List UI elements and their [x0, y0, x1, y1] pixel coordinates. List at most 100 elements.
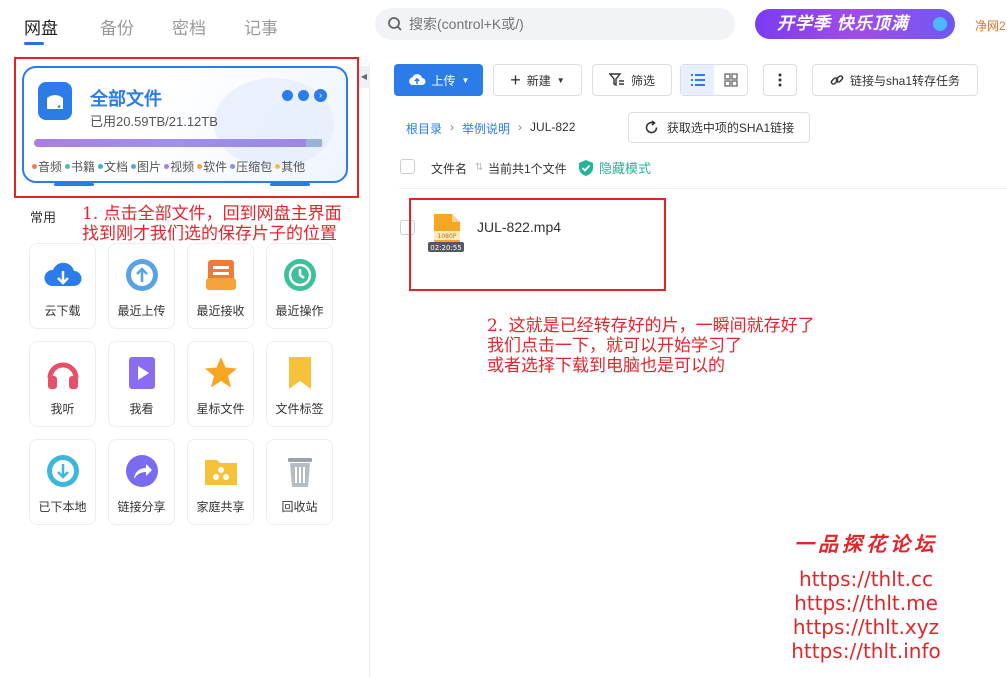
headphones-icon [44, 354, 82, 392]
annotation-step2-line2: 我们点击一下，就可以开始学习了 [487, 336, 742, 356]
shortcut-label: 最近接收 [196, 304, 245, 318]
annotation-box-all-files [14, 57, 359, 198]
recent-upload-icon [123, 256, 161, 294]
more-options-icon[interactable] [763, 64, 797, 96]
promo-banner[interactable]: 开学季 快乐顶满 [755, 9, 955, 39]
common-shortcuts-grid: 云下载 最近上传 最近接收 最近操作我听 我看 星标文件 文件标签已下本地 链接分享 家庭共享 回… [29, 243, 333, 525]
breadcrumb: 根目录 › 举例说明 › JUL-822 [406, 120, 575, 137]
annotation-step1-line1: 1. 点击全部文件，回到网盘主界面 [82, 204, 342, 224]
get-sha1-link-button[interactable]: 获取选中项的SHA1链接 [628, 112, 810, 143]
share-icon [123, 452, 161, 490]
breadcrumb-current: JUL-822 [530, 120, 576, 134]
collapse-sidebar-icon[interactable]: ◀ [359, 66, 369, 88]
downloaded-icon [44, 452, 82, 490]
shortcut-label: 最近操作 [275, 304, 324, 318]
search-input[interactable] [409, 8, 709, 40]
sort-icon[interactable]: ⇅ [475, 162, 483, 173]
filter-label: 筛选 [630, 73, 655, 88]
breadcrumb-root[interactable]: 根目录 [406, 120, 442, 137]
chevron-right-icon: › [450, 120, 455, 134]
file-count: 当前共1个文件 [488, 162, 567, 176]
shortcut-recent-operation[interactable]: 最近操作 [266, 243, 333, 329]
list-view-icon[interactable] [681, 65, 714, 95]
new-button[interactable]: + 新建 ▼ [493, 64, 582, 96]
filter-icon [608, 73, 624, 87]
caret-down-icon: ▼ [556, 75, 565, 85]
annotation-step1-line2: 找到刚才我们选的保存片子的位置 [82, 224, 337, 244]
shortcut-label: 已下本地 [38, 500, 87, 514]
recent-receive-icon [202, 256, 240, 294]
tab-netdisk[interactable]: 网盘 [24, 14, 58, 39]
shield-icon [579, 159, 593, 176]
column-filename[interactable]: 文件名 [431, 160, 467, 177]
shortcut-cloud-download[interactable]: 云下载 [29, 243, 96, 329]
select-all-checkbox[interactable] [400, 159, 415, 174]
shortcut-recent-upload[interactable]: 最近上传 [108, 243, 175, 329]
recent-operation-icon [281, 256, 319, 294]
shortcut-family-folder[interactable]: 家庭共享 [187, 439, 254, 525]
annotation-step2-line3: 或者选择下载到电脑也是可以的 [487, 356, 725, 376]
link-icon [830, 75, 844, 85]
shortcut-share[interactable]: 链接分享 [108, 439, 175, 525]
shortcut-label: 家庭共享 [196, 500, 245, 514]
video-play-icon [123, 354, 161, 392]
annotation-step2-line1: 2. 这就是已经转存好的片，一瞬间就存好了 [487, 316, 815, 336]
grid-view-icon[interactable] [714, 65, 747, 95]
shortcut-star[interactable]: 星标文件 [187, 341, 254, 427]
watermark-title: 一品探花论坛 [794, 532, 938, 556]
shortcut-trash[interactable]: 回收站 [266, 439, 333, 525]
promo-planet-icon [933, 17, 947, 31]
shortcut-label: 我听 [50, 402, 75, 416]
refresh-icon [645, 120, 658, 134]
upload-label: 上传 [431, 73, 456, 88]
chevron-right-icon: › [518, 120, 523, 134]
shortcut-recent-receive[interactable]: 最近接收 [187, 243, 254, 329]
bookmark-icon [281, 354, 319, 392]
upload-button[interactable]: 上传 ▼ [394, 64, 483, 96]
tab-secret-files[interactable]: 密档 [172, 14, 206, 39]
shortcut-downloaded[interactable]: 已下本地 [29, 439, 96, 525]
get-sha1-link-label: 获取选中项的SHA1链接 [666, 121, 795, 135]
annotation-box-file [409, 198, 666, 291]
star-icon [202, 354, 240, 392]
promo-banner-text: 开学季 快乐顶满 [777, 14, 909, 33]
hide-mode-toggle[interactable]: 隐藏模式 [577, 158, 651, 177]
shortcut-label: 星标文件 [196, 402, 245, 416]
shortcut-bookmark[interactable]: 文件标签 [266, 341, 333, 427]
shortcut-label: 文件标签 [275, 402, 324, 416]
cloud-upload-icon [408, 74, 426, 85]
brand-link[interactable]: 净网2 [975, 17, 1006, 34]
forum-watermark: 一品探花论坛 https://thlt.cc https://thlt.me h… [786, 528, 946, 663]
watermark-url: https://thlt.info [791, 639, 941, 663]
shortcut-label: 回收站 [281, 500, 318, 514]
sha1-transfer-task-button[interactable]: 链接与sha1转存任务 [812, 64, 978, 96]
breadcrumb-folder[interactable]: 举例说明 [462, 120, 510, 137]
active-tab-indicator [24, 42, 44, 45]
caret-down-icon: ▼ [461, 75, 470, 85]
search-bar[interactable] [375, 8, 735, 40]
tab-backup[interactable]: 备份 [100, 14, 134, 39]
shortcut-label: 云下载 [44, 304, 81, 318]
filter-button[interactable]: 筛选 [592, 64, 672, 96]
shortcut-video-play[interactable]: 我看 [108, 341, 175, 427]
shortcut-label: 我看 [129, 402, 154, 416]
file-list-header: 文件名 ⇅ 当前共1个文件 隐藏模式 [399, 157, 1007, 189]
shortcut-label: 最近上传 [117, 304, 166, 318]
watermark-url: https://thlt.me [794, 591, 938, 615]
new-label: 新建 [526, 73, 551, 88]
family-folder-icon [202, 452, 240, 490]
hide-mode-label: 隐藏模式 [599, 161, 652, 176]
shortcut-label: 链接分享 [117, 500, 166, 514]
view-toggle[interactable] [680, 64, 748, 96]
watermark-url: https://thlt.cc [799, 567, 933, 591]
trash-icon [281, 452, 319, 490]
sidebar-divider [369, 62, 370, 677]
common-section-label: 常用 [30, 210, 57, 225]
search-icon [388, 17, 402, 31]
watermark-url: https://thlt.xyz [792, 615, 940, 639]
shortcut-headphones[interactable]: 我听 [29, 341, 96, 427]
tab-notes[interactable]: 记事 [244, 14, 278, 39]
plus-icon: + [510, 70, 521, 90]
cloud-download-icon [44, 256, 82, 294]
sha1-transfer-task-label: 链接与sha1转存任务 [849, 73, 961, 88]
